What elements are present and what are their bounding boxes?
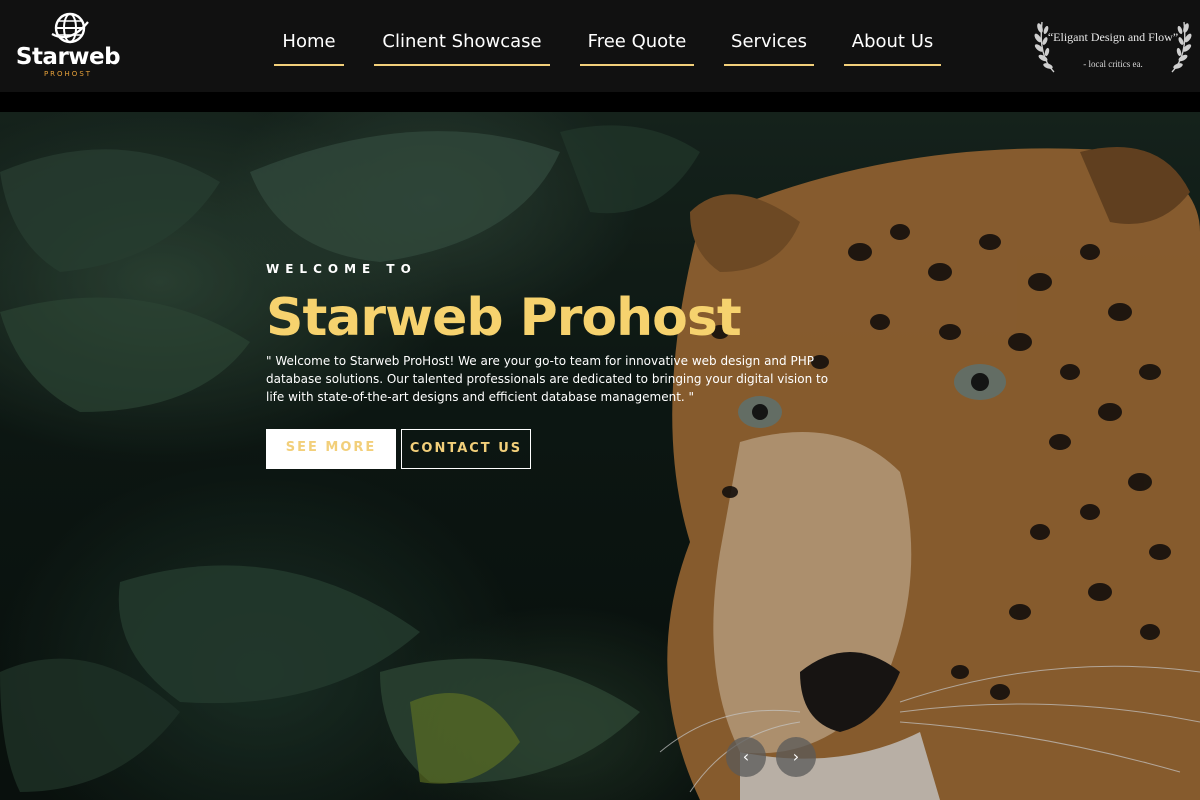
site-header: Starweb PROHOST Home Clinent Showcase Fr… bbox=[0, 0, 1200, 92]
laurel-right-icon bbox=[1171, 21, 1192, 73]
chevron-left-icon: ‹ bbox=[742, 747, 750, 766]
hero-banner: WELCOME TO Starweb Prohost " Welcome to … bbox=[0, 112, 1200, 800]
logo-wordmark: Starweb bbox=[15, 44, 121, 70]
chevron-right-icon: › bbox=[792, 747, 800, 766]
hero-content: WELCOME TO Starweb Prohost " Welcome to … bbox=[266, 262, 846, 406]
slider-next-button[interactable]: › bbox=[776, 737, 816, 777]
slider-prev-button[interactable]: ‹ bbox=[726, 737, 766, 777]
site-logo[interactable]: Starweb PROHOST bbox=[12, 8, 124, 80]
globe-icon bbox=[51, 12, 89, 44]
nav-services[interactable]: Services bbox=[724, 28, 814, 66]
award-badge: “Eligant Design and Flow” - local critic… bbox=[1034, 14, 1192, 76]
nav-free-quote[interactable]: Free Quote bbox=[580, 28, 694, 66]
nav-client-showcase[interactable]: Clinent Showcase bbox=[374, 28, 550, 66]
header-divider bbox=[0, 92, 1200, 112]
contact-us-button[interactable]: CONTACT US bbox=[401, 429, 531, 469]
see-more-button[interactable]: SEE MORE bbox=[266, 429, 396, 469]
hero-overlay bbox=[0, 112, 1200, 800]
hero-title: Starweb Prohost bbox=[266, 288, 742, 348]
nav-home[interactable]: Home bbox=[274, 28, 344, 66]
nav-about-us[interactable]: About Us bbox=[844, 28, 941, 66]
hero-eyebrow: WELCOME TO bbox=[266, 262, 417, 276]
logo-tagline: PROHOST bbox=[43, 70, 93, 78]
hero-background-image bbox=[0, 112, 1200, 800]
hero-description: " Welcome to Starweb ProHost! We are you… bbox=[266, 354, 829, 404]
